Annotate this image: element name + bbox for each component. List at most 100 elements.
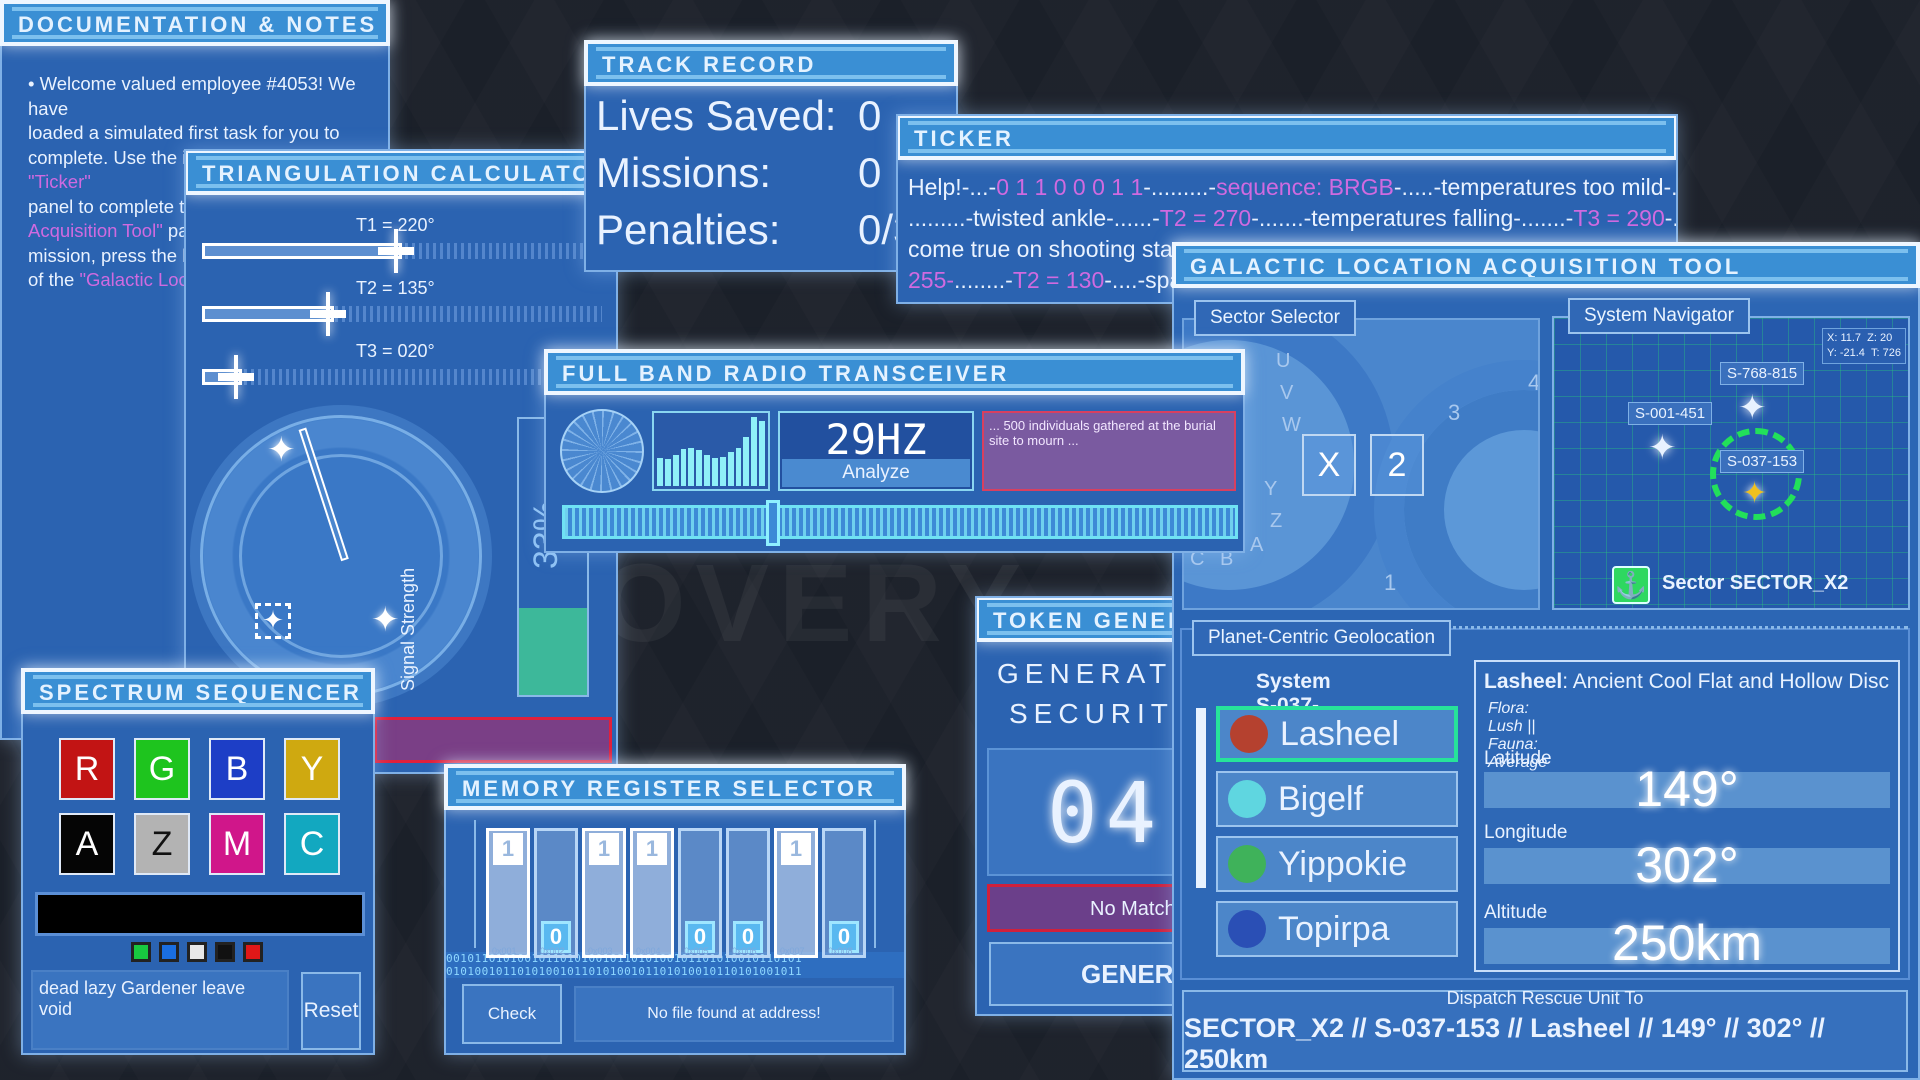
color-key-c[interactable]: C — [284, 813, 340, 875]
register-bit[interactable]: 1 — [774, 828, 818, 958]
planet-item-lasheel[interactable]: Lasheel — [1216, 706, 1458, 762]
planet-name: Topirpa — [1278, 909, 1390, 948]
navigator-readout: X: 11.7 Z: 20 Y: -21.4 T: 726 — [1822, 328, 1906, 364]
register-bit[interactable]: 0 — [534, 828, 578, 958]
dial-letter: W — [1282, 414, 1301, 436]
color-key-label: Y — [300, 749, 324, 788]
color-key-z[interactable]: Z — [134, 813, 190, 875]
color-key-g[interactable]: G — [134, 738, 190, 800]
track-record-label: Lives Saved: — [596, 92, 837, 139]
ticker-title: TICKER — [914, 126, 1014, 151]
spectrum-bar — [680, 448, 687, 486]
spectrum-bar — [672, 454, 679, 486]
token-status-text: No Match! — [1090, 898, 1182, 920]
analyze-button[interactable]: Analyze — [782, 459, 970, 487]
planet-list-scrollbar[interactable] — [1196, 708, 1206, 888]
system-tag[interactable]: S-001-451 — [1628, 402, 1713, 425]
phrase-field[interactable]: dead lazy Gardener leave void — [31, 970, 289, 1050]
galactic-title: GALACTIC LOCATION ACQUISITION TOOL — [1190, 254, 1742, 279]
planet-detail-heading: Lasheel: Ancient Cool Flat and Hollow Di… — [1484, 670, 1889, 694]
planet-icon — [1230, 715, 1268, 753]
planet-item-bigelf[interactable]: Bigelf — [1216, 771, 1458, 827]
register-address: 0x002 — [540, 946, 565, 956]
memory-title-bar[interactable]: MEMORY REGISTER SELECTOR — [444, 764, 906, 810]
slider-thumb[interactable] — [310, 292, 346, 336]
radio-transceiver-panel: FULL BAND RADIO TRANSCEIVER 29HZ Analyze… — [544, 349, 1245, 553]
memory-status: No file found at address! — [574, 986, 894, 1042]
spectrum-bar — [719, 456, 726, 486]
radio-message: ... 500 individuals gathered at the buri… — [982, 411, 1236, 491]
register-bit[interactable]: 1 — [582, 828, 626, 958]
galactic-title-bar[interactable]: GALACTIC LOCATION ACQUISITION TOOL — [1172, 242, 1920, 288]
text-line: .........-twisted ankle-......-T2 = 270-… — [908, 203, 1676, 234]
text-segment: T2 = 130 — [1012, 267, 1105, 293]
text-line: Help!-...-0 1 1 0 0 0 1 1-.........-sequ… — [908, 172, 1676, 203]
register-bit[interactable]: 1 — [630, 828, 674, 958]
angle-slider-t3[interactable] — [202, 355, 602, 399]
slider-label: T3 = 020° — [356, 341, 435, 361]
track-record-label: Missions: — [596, 149, 772, 196]
register-bit[interactable]: 0 — [678, 828, 722, 958]
sequence-display — [35, 892, 365, 936]
sector-selector-label: Sector Selector — [1194, 300, 1356, 336]
text-segment: Help!-...- — [908, 174, 997, 200]
planet-detail-description: : Ancient Cool Flat and Hollow Disc — [1562, 670, 1890, 693]
radio-slider-handle[interactable] — [766, 500, 780, 546]
register-bit[interactable]: 0 — [726, 828, 770, 958]
text-segment: panel to complete the — [28, 195, 205, 217]
star-icon[interactable]: ✦ — [1648, 428, 1677, 468]
system-tag[interactable]: S-768-815 — [1720, 362, 1805, 385]
documentation-title-bar[interactable]: DOCUMENTATION & NOTES — [0, 0, 390, 46]
color-key-m[interactable]: M — [209, 813, 265, 875]
text-segment: Acquisition Tool" — [28, 220, 163, 241]
planet-item-yippokie[interactable]: Yippokie — [1216, 836, 1458, 892]
readout-z: Z: 20 — [1867, 332, 1893, 344]
memory-register-panel: MEMORY REGISTER SELECTOR 001011010100101… — [444, 764, 906, 1055]
track-record-title-bar[interactable]: TRACK RECORD — [584, 40, 958, 86]
radio-frequency-slider[interactable] — [562, 500, 1238, 546]
text-segment: .........-twisted ankle-......- — [908, 205, 1160, 231]
anchor-icon[interactable]: ⚓ — [1612, 566, 1650, 604]
system-tag-selected[interactable]: S-037-153 — [1720, 450, 1805, 473]
text-segment: T2 = 270 — [1159, 205, 1252, 231]
geolocation-divider — [1428, 626, 1908, 630]
compass-dial[interactable]: ✦ ✦ ✦ — [200, 415, 482, 697]
star-icon[interactable]: ✦ — [1738, 388, 1767, 428]
color-key-label: R — [74, 749, 100, 788]
check-button[interactable]: Check — [462, 984, 562, 1044]
register-bit[interactable]: 0 — [822, 828, 866, 958]
slider-thumb[interactable] — [218, 355, 254, 399]
color-key-a[interactable]: A — [59, 813, 115, 875]
color-key-y[interactable]: Y — [284, 738, 340, 800]
ticker-title-bar[interactable]: TICKER — [898, 116, 1676, 160]
spectrum-bar — [688, 447, 695, 486]
color-key-b[interactable]: B — [209, 738, 265, 800]
ship-cursor-icon: ✦ — [1742, 477, 1768, 510]
track-record-value: 0 — [858, 149, 882, 196]
planet-item-topirpa[interactable]: Topirpa — [1216, 901, 1458, 957]
slider-thumb[interactable] — [378, 229, 414, 273]
color-key-r[interactable]: R — [59, 738, 115, 800]
spectrum-bar — [696, 450, 703, 486]
angle-slider-t2[interactable] — [202, 292, 602, 336]
radio-tuning-dial[interactable] — [560, 409, 644, 493]
reset-button[interactable]: Reset — [301, 972, 361, 1050]
system-navigator[interactable]: X: 11.7 Z: 20 Y: -21.4 T: 726 S-768-815 … — [1552, 316, 1910, 610]
color-key-label: C — [299, 824, 325, 863]
sector-number: 2 — [1387, 445, 1407, 484]
color-key-label: Z — [151, 824, 173, 863]
spectrum-title-bar[interactable]: SPECTRUM SEQUENCER — [21, 668, 375, 714]
text-segment: • Welcome valued employee #4053! We have — [28, 73, 356, 119]
radio-title-bar[interactable]: FULL BAND RADIO TRANSCEIVER — [544, 349, 1245, 395]
register-address: 0x006 — [732, 946, 757, 956]
triangulation-title-bar[interactable]: TRIANGULATION CALCULATOR — [186, 151, 616, 195]
register-bit[interactable]: 1 — [486, 828, 530, 958]
star-marker-icon: ✦ — [371, 601, 400, 639]
sector-letter-box: X — [1302, 434, 1356, 496]
signal-strength-fill — [519, 608, 587, 695]
text-line: loaded a simulated first task for you to — [28, 121, 388, 146]
dispatch-rescue-button[interactable]: Dispatch Rescue Unit To SECTOR_X2 // S-0… — [1182, 988, 1908, 1074]
angle-slider-t1[interactable] — [202, 229, 602, 273]
readout-t: T: 726 — [1871, 347, 1902, 359]
text-segment: 255- — [908, 267, 955, 293]
